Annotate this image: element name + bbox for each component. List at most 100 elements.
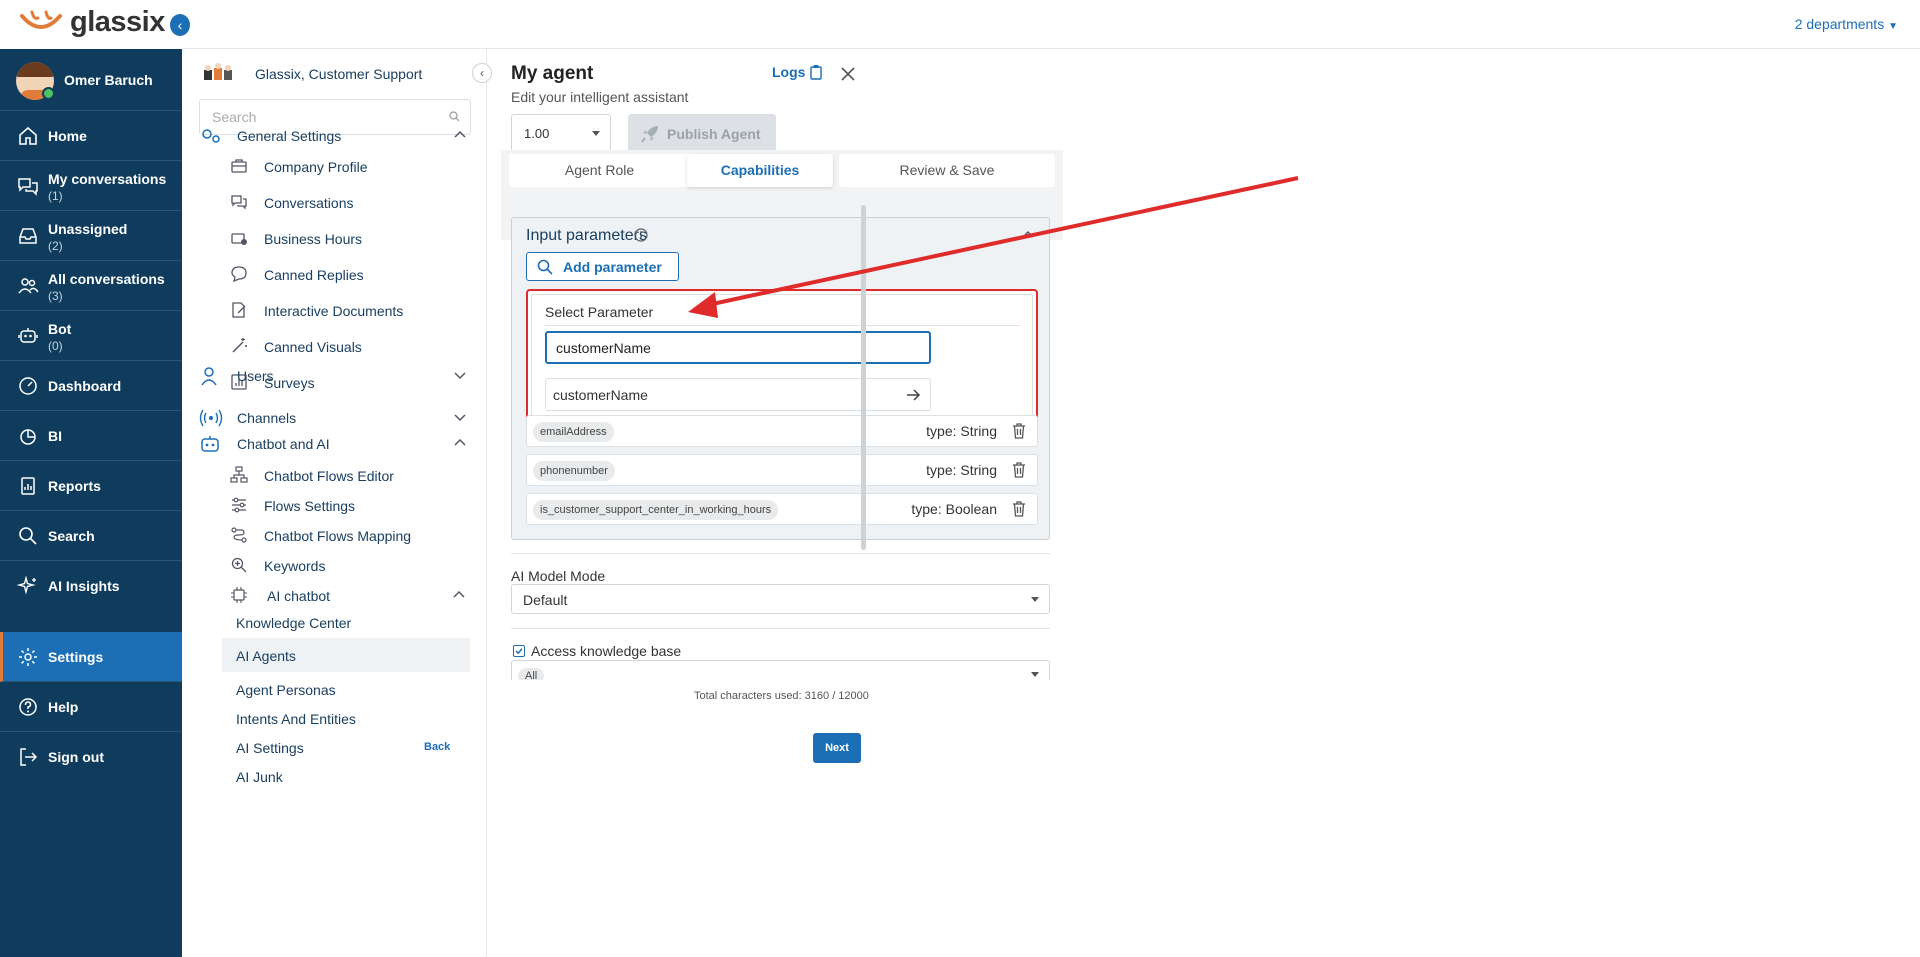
info-icon[interactable]	[634, 228, 648, 242]
sidebar-item-keywords[interactable]: Keywords	[230, 549, 470, 581]
sidebar-item-interactive-documents[interactable]: Interactive Documents	[230, 294, 470, 326]
nav-home[interactable]: Home	[0, 111, 182, 161]
back-button[interactable]: Back	[424, 741, 450, 753]
sidebar-item-flows-settings[interactable]: Flows Settings	[230, 489, 470, 521]
chat-bubbles-icon	[18, 178, 38, 196]
parameter-row: emailAddress type: String	[526, 415, 1038, 447]
nav-settings[interactable]: Settings	[0, 632, 182, 682]
collapse-settings-button[interactable]: ‹	[472, 63, 492, 83]
sidebar-item-chatbot-flows-mapping[interactable]: Chatbot Flows Mapping	[230, 519, 470, 551]
parameter-search-input[interactable]	[545, 331, 931, 364]
clipboard-icon[interactable]	[809, 64, 823, 80]
trash-icon[interactable]	[1011, 461, 1027, 479]
document-edit-icon	[232, 302, 246, 318]
departments-dropdown[interactable]: 2 departments ▼	[1795, 16, 1898, 32]
nav-sign-out[interactable]: Sign out	[0, 732, 182, 782]
nav-bot[interactable]: Bot (0)	[0, 311, 182, 361]
flow-tree-icon	[230, 466, 248, 483]
add-parameter-button[interactable]: Add parameter	[526, 252, 679, 281]
gear-icon	[19, 648, 37, 666]
collapse-nav-button[interactable]: ‹	[170, 14, 190, 36]
briefcase-icon	[231, 159, 247, 173]
sidebar-item-label: Conversations	[264, 195, 354, 211]
search-icon	[19, 527, 37, 545]
mapping-icon	[231, 527, 247, 543]
nav-search[interactable]: Search	[0, 511, 182, 561]
publish-agent-button[interactable]: Publish Agent	[628, 114, 776, 154]
sidebar-item-ai-junk[interactable]: AI Junk	[222, 759, 470, 793]
sidebar-item-label: Flows Settings	[264, 498, 356, 514]
chevron-left-icon: ‹	[177, 17, 183, 33]
add-parameter-label: Add parameter	[563, 259, 662, 275]
pie-chart-icon	[20, 429, 36, 445]
ai-chip-icon	[231, 587, 247, 603]
version-select[interactable]: 1.00	[511, 114, 611, 154]
nav-bi-label: BI	[48, 428, 62, 444]
broadcast-icon	[199, 409, 223, 427]
sidebar-item-business-hours[interactable]: Business Hours	[230, 222, 470, 254]
nav-dashboard[interactable]: Dashboard	[0, 361, 182, 411]
nav-bi[interactable]: BI	[0, 411, 182, 461]
robot-icon	[18, 328, 38, 343]
tab-capabilities[interactable]: Capabilities	[687, 154, 833, 187]
nav-reports[interactable]: Reports	[0, 461, 182, 511]
sidebar-item-company-profile[interactable]: Company Profile	[230, 150, 470, 182]
access-kb-checkbox[interactable]	[513, 645, 525, 657]
tab-agent-role[interactable]: Agent Role	[509, 154, 690, 187]
nav-all-conversations[interactable]: All conversations (3)	[0, 261, 182, 311]
section-chatbot-and-ai[interactable]: Chatbot and AI	[199, 429, 471, 459]
panel-scrollbar[interactable]	[861, 205, 866, 550]
gauge-icon	[19, 377, 37, 395]
sidebar-item-canned-replies[interactable]: Canned Replies	[230, 258, 470, 290]
chevron-up-icon[interactable]	[1021, 228, 1035, 242]
sliders-icon	[232, 497, 246, 513]
tab-review-save[interactable]: Review & Save	[839, 154, 1055, 187]
user-profile[interactable]: Omer Baruch	[0, 49, 182, 111]
ai-model-mode-select[interactable]: Default	[511, 584, 1050, 614]
divider	[545, 325, 1021, 326]
parameter-type: type: String	[926, 423, 997, 439]
rocket-icon	[641, 126, 658, 143]
next-button[interactable]: Next	[813, 733, 861, 763]
gears-icon	[202, 129, 220, 143]
nav-ai-insights[interactable]: AI Insights	[0, 561, 182, 611]
select-parameter-popover: Select Parameter customerName	[526, 289, 1038, 421]
sidebar-item-knowledge-center[interactable]: Knowledge Center	[222, 605, 470, 639]
top-bar: 2 departments ▼	[182, 0, 1920, 49]
sidebar-item-canned-visuals[interactable]: Canned Visuals	[230, 330, 470, 362]
main-nav: glassix ‹ Omer Baruch Home My conversati…	[0, 0, 190, 957]
sidebar-item-conversations[interactable]: Conversations	[230, 186, 470, 218]
parameter-name-chip: is_customer_support_center_in_working_ho…	[533, 500, 779, 520]
nav-my-conversations-count: (1)	[48, 189, 63, 203]
sidebar-item-chatbot-flows-editor[interactable]: Chatbot Flows Editor	[230, 459, 470, 491]
parameter-row: phonenumber type: String	[526, 454, 1038, 486]
section-general-settings[interactable]: General Settings	[199, 121, 471, 151]
sidebar-item-ai-agents[interactable]: AI Agents	[222, 638, 470, 672]
nav-my-conversations[interactable]: My conversations (1)	[0, 161, 182, 211]
home-icon	[19, 126, 37, 145]
brand-logo[interactable]: glassix	[0, 0, 182, 49]
chevron-down-icon	[454, 414, 466, 422]
agent-editor-panel: My agent Edit your intelligent assistant…	[494, 49, 1064, 957]
nav-help[interactable]: Help	[0, 682, 182, 732]
nav-unassigned[interactable]: Unassigned (2)	[0, 211, 182, 261]
parameter-suggestion[interactable]: customerName	[545, 378, 931, 411]
nav-my-conversations-label: My conversations	[48, 171, 167, 187]
nav-search-label: Search	[48, 528, 95, 544]
section-users[interactable]: Users	[199, 361, 471, 391]
ai-model-mode-label: AI Model Mode	[511, 568, 606, 584]
logs-link[interactable]: Logs	[772, 64, 805, 80]
divider	[511, 628, 1050, 629]
trash-icon[interactable]	[1011, 422, 1027, 440]
departments-label: 2 departments	[1794, 16, 1885, 32]
chevron-up-icon	[454, 438, 466, 446]
sparkle-icon	[17, 575, 36, 595]
chat-bubbles-icon	[231, 195, 247, 210]
knowledge-base-select[interactable]: All	[511, 660, 1050, 680]
inbox-icon	[19, 228, 37, 244]
close-icon[interactable]	[838, 64, 858, 84]
sidebar-item-label: Chatbot Flows Mapping	[264, 528, 412, 544]
trash-icon[interactable]	[1011, 500, 1027, 518]
sidebar-item-label: Chatbot Flows Editor	[264, 468, 394, 484]
robot-icon	[201, 436, 219, 452]
